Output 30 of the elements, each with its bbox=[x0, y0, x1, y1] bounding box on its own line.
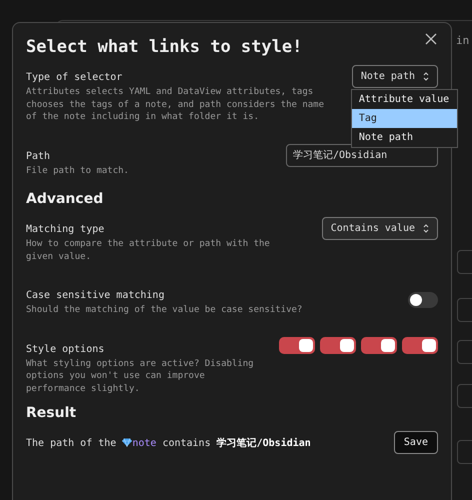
toggle-switch[interactable] bbox=[408, 292, 438, 308]
setting-description: File path to match. bbox=[26, 164, 130, 177]
setting-description: Attributes selects YAML and DataView attributes, tags chooses the tags of a note, and path considers the name of the note including in what folder it is. bbox=[26, 86, 326, 124]
result-sentence: The path of the note contains 学习笔记/Obsidian bbox=[26, 436, 311, 450]
background-text: in bbox=[456, 34, 470, 47]
setting-name: Case sensitive matching bbox=[26, 290, 164, 301]
section-heading: Advanced bbox=[26, 191, 104, 207]
setting-name: Matching type bbox=[26, 224, 104, 235]
save-button[interactable]: Save bbox=[394, 431, 438, 454]
matching-type-dropdown[interactable]: Contains value bbox=[322, 217, 438, 240]
setting-description: How to compare the attribute or path with the given value. bbox=[26, 238, 271, 263]
chevron-icon bbox=[423, 224, 429, 233]
toggle-switch[interactable] bbox=[361, 336, 397, 354]
close-icon[interactable] bbox=[425, 33, 437, 45]
chevron-icon bbox=[423, 72, 429, 81]
setting-name: Style options bbox=[26, 344, 104, 354]
dropdown-option[interactable]: Tag bbox=[352, 109, 457, 128]
setting-description: Should the matching of the value be case sensitive? bbox=[26, 304, 304, 316]
setting-description: What styling options are active? Disabling options you won't use can improve performance slightly. bbox=[26, 358, 255, 395]
gem-icon bbox=[122, 438, 132, 446]
toggle-switch[interactable] bbox=[279, 336, 315, 354]
selector-dropdown[interactable]: Note path bbox=[352, 65, 438, 88]
dropdown-option[interactable]: Attribute value bbox=[352, 90, 457, 109]
toggle-switch[interactable] bbox=[402, 336, 438, 354]
setting-name: Path bbox=[26, 150, 50, 162]
note-link[interactable]: note bbox=[132, 438, 156, 448]
toggle-switch[interactable] bbox=[320, 336, 356, 354]
setting-name: Type of selector bbox=[26, 72, 122, 83]
section-heading: Result bbox=[26, 405, 78, 421]
modal-title: Select what links to style! bbox=[26, 37, 302, 57]
